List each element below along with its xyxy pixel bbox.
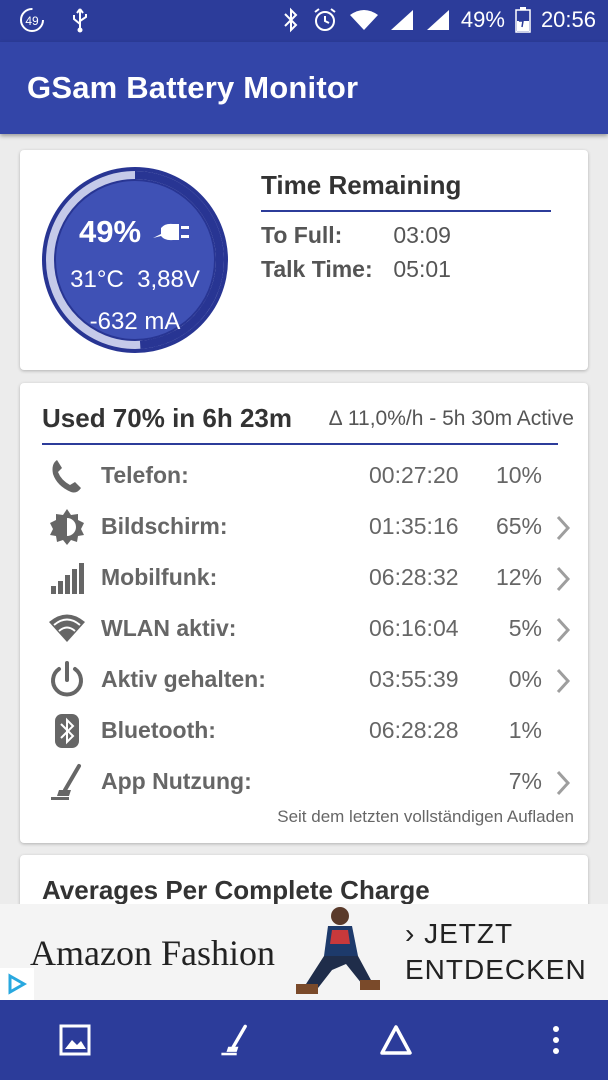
usage-row-name: Aktiv gehalten: [101,666,266,692]
usage-row-percent: 1% [508,717,542,743]
image-button[interactable] [55,1020,95,1060]
alarm-icon [314,8,336,31]
time-remaining-value: 05:01 [393,256,451,282]
bottom-toolbar [0,1000,608,1080]
usage-row-app-nutzung[interactable]: App Nutzung: 7% [20,757,588,807]
wifi-icon [49,614,85,642]
ad-cta-line2[interactable]: ENTDECKEN [405,954,587,986]
chevron-right-icon[interactable] [554,514,572,542]
battery-percent: 49% [460,7,505,32]
chevron-right-icon[interactable] [554,565,572,593]
chevron-right-icon[interactable] [554,769,572,797]
usage-row-time: 00:27:20 [369,462,459,488]
usage-row-name: Bildschirm: [101,513,228,539]
ad-banner[interactable]: Amazon Fashion › JETZT ENTDECKEN [0,904,608,1000]
ad-model-image [296,907,380,994]
battery-status-card[interactable]: 49% 31°C 3,88V -632 mA Time Remaining To… [20,150,588,370]
ad-brand: Amazon Fashion [30,933,275,973]
usage-row-telefon[interactable]: Telefon: 00:27:20 10% [20,451,588,501]
usage-title: Used 70% in 6h 23m [42,403,292,433]
battery-gauge-readout: 49% 31°C 3,88V -632 mA [39,164,231,356]
usage-row-wlan[interactable]: WLAN aktiv: 06:16:04 5% [20,604,588,654]
bluetooth-icon [55,714,79,748]
bluetooth-icon [284,7,298,33]
time-remaining-title: Time Remaining [261,170,462,200]
usage-row-name: App Nutzung: [101,768,252,794]
app-bar: GSam Battery Monitor [0,42,608,134]
app-usage-icon [51,764,81,800]
usage-row-aktiv-gehalten[interactable]: Aktiv gehalten: 03:55:39 0% [20,655,588,705]
chevron-right-icon[interactable] [554,667,572,695]
app-usage-icon [221,1024,247,1056]
brightness-icon [50,509,84,545]
notification-badge-text: 49 [25,14,39,28]
power-icon [51,661,83,697]
usage-row-percent: 65% [495,513,542,539]
divider [261,210,551,212]
status-bar-notifications: 49 [18,6,94,34]
usage-row-name: Bluetooth: [101,717,216,743]
image-icon [59,1024,91,1056]
phone-icon [52,460,81,493]
time-remaining-label: To Full: [261,222,343,248]
status-bar-system: 49% 20:56 [281,6,596,34]
time-remaining-row: Talk Time: 05:01 [261,256,451,283]
battery-voltage: 3,88V [137,266,200,293]
wifi-icon [349,10,378,30]
usage-row-mobilfunk[interactable]: Mobilfunk: 06:28:32 12% [20,553,588,603]
usage-row-percent: 7% [508,768,542,794]
signal-icon [426,10,449,30]
usage-row-time: 06:16:04 [369,615,459,641]
time-remaining-row: To Full: 03:09 [261,222,451,249]
delta-button[interactable] [376,1020,416,1060]
time-remaining-value: 03:09 [393,222,451,248]
status-bar: 49 49% 20:56 [0,0,608,42]
usage-row-percent: 5% [508,615,542,641]
adchoices-icon[interactable] [0,968,34,1000]
app-title: GSam Battery Monitor [27,70,359,105]
signal-icon [390,10,413,30]
usb-icon [73,8,87,33]
triangle-icon [380,1025,412,1055]
usage-row-time: 01:35:16 [369,513,459,539]
time-remaining-label: Talk Time: [261,256,373,282]
usage-row-name: Mobilfunk: [101,564,218,590]
battery-icon [515,7,531,33]
usage-row-percent: 12% [495,564,542,590]
more-vert-icon [553,1026,559,1054]
usage-rate: ∆ 11,0%/h - 5h 30m Active [329,407,574,430]
usage-row-time: 06:28:32 [369,564,459,590]
battery-temperature: 31°C [70,266,124,293]
clock: 20:56 [540,7,596,32]
usage-row-time: 06:28:28 [369,717,459,743]
usage-row-name: Telefon: [101,462,189,488]
usage-footnote: Seit dem letzten vollständigen Aufladen [277,807,574,826]
usage-row-percent: 0% [508,666,542,692]
notification-badge-icon: 49 [20,8,44,32]
usage-card: Used 70% in 6h 23m ∆ 11,0%/h - 5h 30m Ac… [20,383,588,843]
chevron-right-icon[interactable] [554,616,572,644]
usage-row-time: 03:55:39 [369,666,459,692]
usage-row-bluetooth[interactable]: Bluetooth: 06:28:28 1% [20,706,588,756]
usage-row-name: WLAN aktiv: [101,615,237,641]
usage-row-percent: 10% [495,462,542,488]
charging-plug-icon [153,223,190,241]
ad-cta-line1[interactable]: › JETZT [405,918,513,950]
app-usage-button[interactable] [215,1020,255,1060]
divider [42,443,558,445]
overflow-menu-button[interactable] [536,1020,576,1060]
usage-row-bildschirm[interactable]: Bildschirm: 01:35:16 65% [20,502,588,552]
battery-current: -632 mA [89,308,181,335]
cell-signal-icon [51,563,84,594]
battery-level: 49% [78,214,142,249]
averages-title: Averages Per Complete Charge [42,875,430,905]
